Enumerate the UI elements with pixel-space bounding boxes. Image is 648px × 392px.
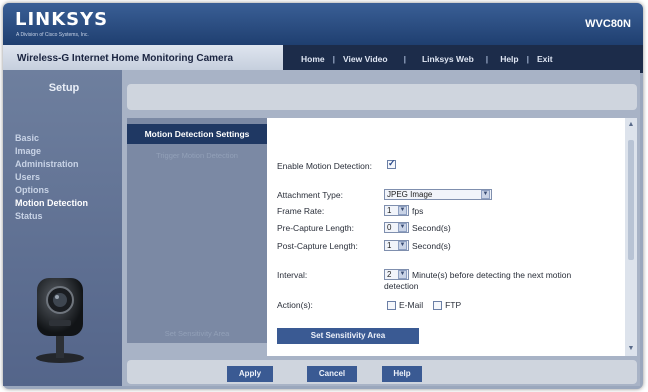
camera-image (36, 278, 84, 363)
attachment-type-value: JPEG Image (387, 190, 433, 199)
chevron-down-icon: ▼ (398, 270, 407, 279)
chevron-down-icon: ▼ (481, 190, 490, 199)
post-capture-field: 1 ▼ Second(s) (384, 240, 451, 251)
pre-capture-label: Pre-Capture Length: (277, 223, 355, 233)
frame-rate-field: 1 ▼ fps (384, 205, 423, 216)
frame-rate-value: 1 (387, 206, 392, 215)
frame-rate-select[interactable]: 1 ▼ (384, 205, 409, 216)
nav-exit[interactable]: Exit (537, 54, 553, 64)
logo-subtitle: A Division of Cisco Systems, Inc. (16, 32, 89, 38)
sidebar: Setup Basic Image Administration Users O… (3, 70, 125, 386)
nav-separator: | (332, 54, 336, 64)
interval-label: Interval: (277, 270, 308, 280)
scroll-up-icon[interactable]: ▲ (627, 121, 635, 129)
sidebar-item-administration[interactable]: Administration (15, 158, 88, 171)
pre-capture-unit: Second(s) (412, 222, 451, 233)
post-capture-label: Post-Capture Length: (277, 241, 358, 251)
nav-home[interactable]: Home (301, 54, 325, 64)
attachment-type-field: JPEG Image ▼ (384, 189, 492, 200)
attachment-type-select[interactable]: JPEG Image ▼ (384, 189, 492, 200)
sidebar-menu: Basic Image Administration Users Options… (15, 132, 88, 223)
set-sensitivity-area-button[interactable]: Set Sensitivity Area (277, 328, 419, 344)
pre-capture-select[interactable]: 0 ▼ (384, 222, 409, 233)
help-button[interactable]: Help (382, 366, 422, 382)
scroll-thumb[interactable] (628, 140, 634, 260)
model-name: WVC80N (585, 18, 631, 30)
nav-help[interactable]: Help (500, 54, 518, 64)
nav-bar: Wireless-G Internet Home Monitoring Came… (3, 45, 643, 73)
frame-rate-label: Frame Rate: (277, 206, 325, 216)
nav-separator: | (485, 54, 489, 64)
email-label: E-Mail (399, 300, 424, 310)
post-capture-unit: Second(s) (412, 240, 451, 251)
product-title: Wireless-G Internet Home Monitoring Came… (3, 45, 283, 73)
interval-field: 2 ▼ Minute(s) before detecting the next … (384, 269, 571, 280)
pre-capture-value: 0 (387, 223, 392, 232)
enable-motion-checkbox[interactable] (387, 158, 396, 169)
interval-select[interactable]: 2 ▼ (384, 269, 409, 280)
top-strip (127, 84, 637, 110)
section-title: Motion Detection Settings (127, 124, 267, 144)
chevron-down-icon: ▼ (398, 223, 407, 232)
post-capture-value: 1 (387, 241, 392, 250)
scrollbar[interactable]: ▲ ▼ (625, 118, 637, 356)
header: LINKSYS A Division of Cisco Systems, Inc… (3, 3, 643, 45)
nav-separator: | (526, 54, 529, 64)
linksys-logo: LINKSYS (15, 9, 109, 30)
attachment-type-label: Attachment Type: (277, 190, 343, 200)
section-sensitivity-label: Set Sensitivity Area (164, 329, 230, 338)
enable-motion-field (387, 158, 396, 169)
pre-capture-field: 0 ▼ Second(s) (384, 222, 451, 233)
settings-panel (267, 118, 625, 356)
ftp-checkbox[interactable] (433, 300, 443, 310)
nav-view-video[interactable]: View Video (343, 54, 388, 64)
sidebar-item-basic[interactable]: Basic (15, 132, 88, 145)
nav-separator: | (403, 54, 406, 64)
post-capture-select[interactable]: 1 ▼ (384, 240, 409, 251)
enable-motion-label: Enable Motion Detection: (277, 161, 372, 171)
sidebar-item-users[interactable]: Users (15, 171, 88, 184)
sidebar-item-options[interactable]: Options (15, 184, 88, 197)
sidebar-item-status[interactable]: Status (15, 210, 88, 223)
email-checkbox[interactable] (387, 300, 396, 310)
interval-unit: Minute(s) before detecting the next moti… (412, 269, 572, 280)
frame-rate-unit: fps (412, 205, 424, 216)
interval-value: 2 (387, 270, 392, 279)
actions-label: Action(s): (277, 300, 313, 310)
sidebar-item-motion-detection[interactable]: Motion Detection (15, 197, 88, 210)
cancel-button[interactable]: Cancel (307, 366, 357, 382)
chevron-down-icon: ▼ (398, 206, 407, 215)
sidebar-heading: Setup (48, 82, 80, 94)
apply-button[interactable]: Apply (227, 366, 273, 382)
scroll-down-icon[interactable]: ▼ (627, 345, 635, 353)
section-subtitle: Trigger Motion Detection (156, 151, 238, 160)
nav-linksys-web[interactable]: Linksys Web (422, 54, 474, 64)
chevron-down-icon: ▼ (398, 241, 407, 250)
top-nav: Home | View Video | Linksys Web | Help |… (283, 45, 643, 73)
ftp-label: FTP (445, 300, 462, 310)
interval-unit-continued: detection (384, 281, 419, 291)
sidebar-item-image[interactable]: Image (15, 145, 88, 158)
actions-field: E-Mail FTP (387, 300, 461, 310)
